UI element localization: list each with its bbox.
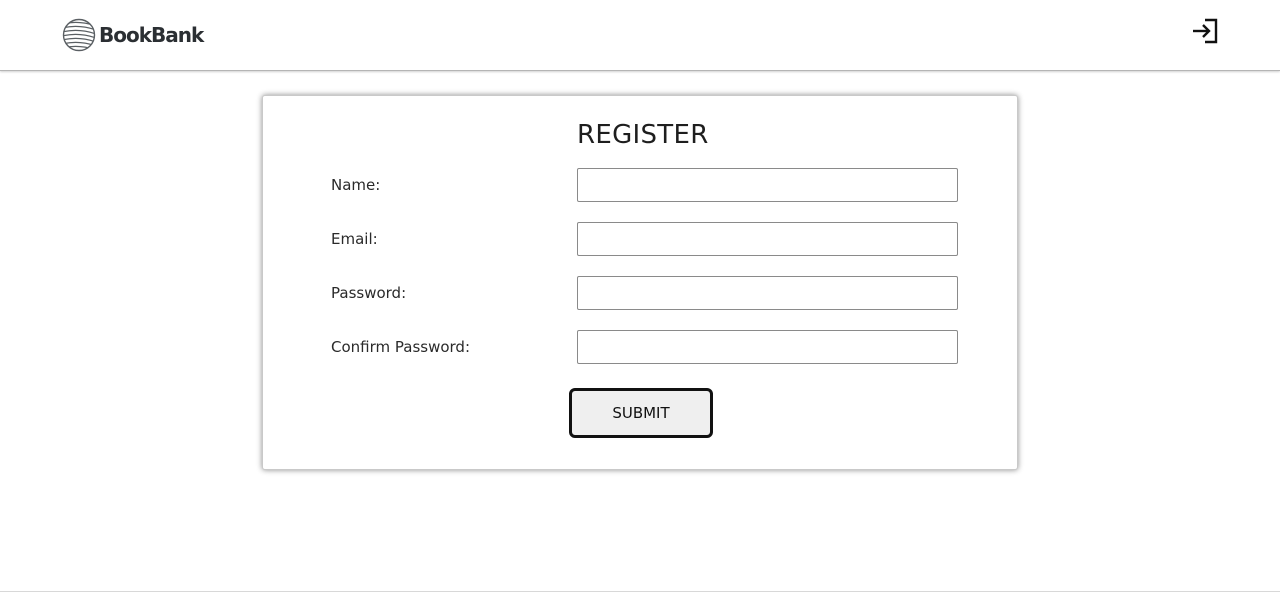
name-label: Name: <box>331 176 381 194</box>
login-button[interactable] <box>1190 17 1220 45</box>
sign-in-arrow-icon <box>1190 18 1220 49</box>
top-navbar: BookBank <box>0 0 1280 71</box>
email-input[interactable] <box>577 222 958 256</box>
email-label: Email: <box>331 230 378 248</box>
register-card: REGISTER Name: Email: Password: Confirm … <box>262 95 1018 470</box>
password-input[interactable] <box>577 276 958 310</box>
password-label: Password: <box>331 284 407 302</box>
confirm-password-input[interactable] <box>577 330 958 364</box>
brand-name: BookBank <box>99 23 204 47</box>
page-bottom-divider <box>0 591 1280 592</box>
name-input[interactable] <box>577 168 958 202</box>
brand-logo[interactable]: BookBank <box>62 17 204 53</box>
register-title: REGISTER <box>577 120 709 150</box>
submit-button[interactable]: SUBMIT <box>569 388 713 438</box>
globe-lines-icon <box>62 18 96 52</box>
confirm-password-label: Confirm Password: <box>331 338 471 356</box>
